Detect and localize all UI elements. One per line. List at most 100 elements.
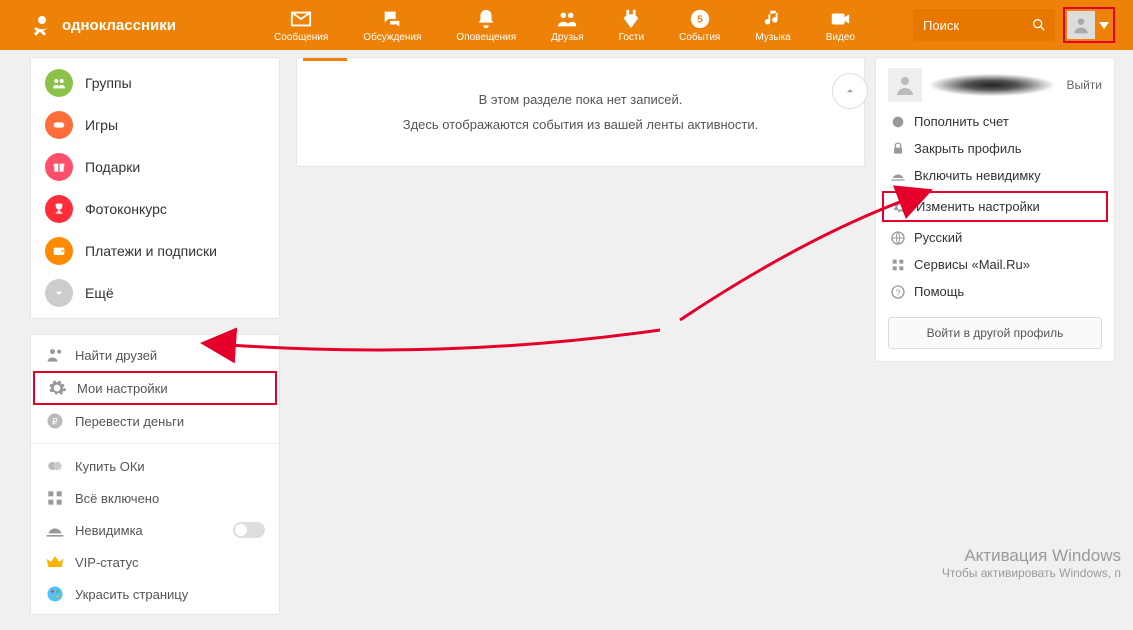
nav-messages[interactable]: Сообщения — [274, 8, 328, 43]
chevron-down-icon — [1099, 22, 1109, 29]
watermark-title: Активация Windows — [942, 546, 1121, 566]
search-button[interactable] — [1023, 9, 1055, 41]
right-column: Выйти Пополнить счет Закрыть профиль Вкл… — [875, 57, 1115, 630]
gifts-icon — [45, 153, 73, 181]
scroll-top-button[interactable] — [832, 73, 868, 109]
dropdown-label: Закрыть профиль — [914, 141, 1022, 156]
sidebar-label: Игры — [85, 117, 118, 133]
sidebar-label: Найти друзей — [75, 348, 157, 363]
sidebar-label: Купить ОКи — [75, 459, 145, 474]
nav-guests[interactable]: Гости — [619, 8, 644, 43]
nav-notifications[interactable]: Оповещения — [456, 8, 516, 43]
nav-friends-label: Друзья — [551, 32, 583, 43]
sidebar-item-photocontest[interactable]: Фотоконкурс — [31, 188, 279, 230]
envelope-icon — [290, 8, 312, 30]
dropdown-item-close-profile[interactable]: Закрыть профиль — [876, 135, 1114, 162]
grid-icon — [45, 488, 65, 508]
dropdown-item-invisible[interactable]: Включить невидимку — [876, 162, 1114, 189]
dropdown-label: Русский — [914, 230, 962, 245]
sidebar-item-find-friends[interactable]: Найти друзей — [31, 339, 279, 371]
sidebar-label: Мои настройки — [77, 381, 168, 396]
friends-icon — [556, 8, 578, 30]
sidebar-item-send-money[interactable]: ₽ Перевести деньги — [31, 405, 279, 437]
chat-icon — [381, 8, 403, 30]
nav-messages-label: Сообщения — [274, 32, 328, 43]
watermark-sub: Чтобы активировать Windows, п — [942, 566, 1121, 580]
search-input[interactable] — [913, 18, 1023, 33]
sidebar-item-buy-ok[interactable]: Купить ОКи — [31, 450, 279, 482]
gear-icon — [47, 378, 67, 398]
sidebar-item-groups[interactable]: Группы — [31, 62, 279, 104]
site-logo[interactable]: одноклассники — [30, 13, 176, 37]
ok-logo-icon — [30, 13, 54, 37]
dropdown-item-help[interactable]: ? Помощь — [876, 278, 1114, 305]
avatar-icon — [1067, 11, 1095, 39]
nav-friends[interactable]: Друзья — [551, 8, 583, 43]
sidebar-label: Подарки — [85, 159, 140, 175]
top-nav: Сообщения Обсуждения Оповещения Друзья Г… — [216, 8, 913, 43]
hat-icon — [890, 168, 906, 184]
sidebar-item-decorate[interactable]: Украсить страницу — [31, 578, 279, 610]
dropdown-label: Включить невидимку — [914, 168, 1041, 183]
palette-icon — [45, 584, 65, 604]
nav-events[interactable]: 5 События — [679, 8, 720, 43]
help-icon: ? — [890, 284, 906, 300]
search-box — [913, 9, 1055, 41]
sidebar-main-panel: Группы Игры Подарки Фотоконкурс Платежи … — [30, 57, 280, 319]
gear-icon — [892, 199, 908, 215]
sidebar-item-vip[interactable]: VIP-статус — [31, 546, 279, 578]
sidebar-label: VIP-статус — [75, 555, 139, 570]
sidebar-item-games[interactable]: Игры — [31, 104, 279, 146]
dropdown-item-change-settings[interactable]: Изменить настройки — [882, 191, 1108, 222]
sidebar-label: Фотоконкурс — [85, 201, 167, 217]
nav-notifications-label: Оповещения — [456, 32, 516, 43]
sidebar-label: Ещё — [85, 285, 114, 301]
dropdown-item-mailru[interactable]: Сервисы «Mail.Ru» — [876, 251, 1114, 278]
sidebar-label: Всё включено — [75, 491, 159, 506]
avatar-icon — [888, 68, 922, 102]
sidebar-label: Невидимка — [75, 523, 143, 538]
sidebar-item-all-inclusive[interactable]: Всё включено — [31, 482, 279, 514]
bell-icon — [475, 8, 497, 30]
svg-text:?: ? — [896, 287, 901, 297]
lock-icon — [890, 141, 906, 157]
dropdown-header: Выйти — [876, 58, 1114, 108]
sidebar-item-more[interactable]: Ещё — [31, 272, 279, 314]
nav-discussions-label: Обсуждения — [363, 32, 421, 43]
nav-music[interactable]: Музыка — [755, 8, 790, 43]
profile-dropdown-panel: Выйти Пополнить счет Закрыть профиль Вкл… — [875, 57, 1115, 362]
sidebar-item-invisible[interactable]: Невидимка — [31, 514, 279, 546]
games-icon — [45, 111, 73, 139]
separator — [31, 443, 279, 444]
topbar: одноклассники Сообщения Обсуждения Опове… — [0, 0, 1133, 50]
video-icon — [829, 8, 851, 30]
dropdown-label: Помощь — [914, 284, 964, 299]
feed-empty-title: В этом разделе пока нет записей. — [479, 92, 683, 107]
username-redacted — [930, 74, 1054, 96]
coins-icon — [890, 114, 906, 130]
dropdown-label: Сервисы «Mail.Ru» — [914, 257, 1030, 272]
friends-icon — [45, 345, 65, 365]
sidebar-item-gifts[interactable]: Подарки — [31, 146, 279, 188]
logout-link[interactable]: Выйти — [1066, 78, 1102, 92]
login-other-profile-button[interactable]: Войти в другой профиль — [888, 317, 1102, 349]
nav-guests-label: Гости — [619, 32, 644, 43]
profile-menu-button[interactable] — [1063, 7, 1115, 43]
windows-activation-watermark: Активация Windows Чтобы активировать Win… — [942, 546, 1121, 580]
nav-discussions[interactable]: Обсуждения — [363, 8, 421, 43]
dropdown-label: Пополнить счет — [914, 114, 1009, 129]
search-icon — [1031, 17, 1047, 33]
feed-empty-card: В этом разделе пока нет записей. Здесь о… — [296, 57, 865, 167]
nav-music-label: Музыка — [755, 32, 790, 43]
sidebar-item-my-settings[interactable]: Мои настройки — [33, 371, 277, 405]
guests-icon — [620, 8, 642, 30]
globe-icon — [890, 230, 906, 246]
dropdown-item-topup[interactable]: Пополнить счет — [876, 108, 1114, 135]
sidebar-item-payments[interactable]: Платежи и подписки — [31, 230, 279, 272]
dropdown-item-language[interactable]: Русский — [876, 224, 1114, 251]
site-name: одноклассники — [62, 17, 176, 34]
invisible-toggle[interactable] — [233, 522, 265, 538]
chevron-down-icon — [45, 279, 73, 307]
nav-video[interactable]: Видео — [826, 8, 855, 43]
chevron-up-icon — [843, 84, 857, 98]
